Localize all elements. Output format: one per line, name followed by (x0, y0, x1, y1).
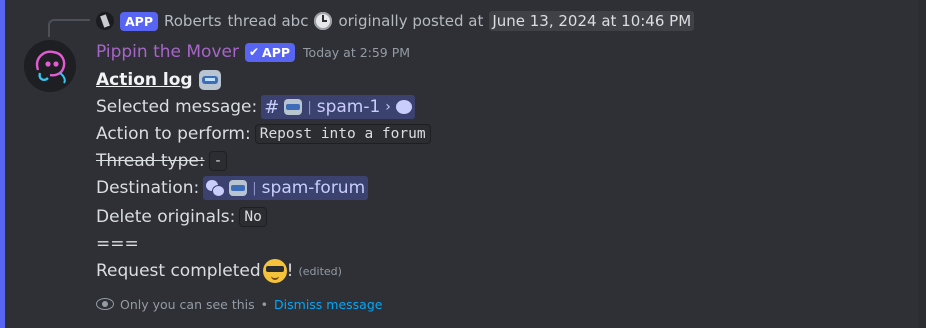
reply-timestamp-chip[interactable]: June 13, 2024 at 10:46 PM (489, 11, 695, 31)
hash-icon: # (264, 96, 280, 118)
message-header: Pippin the Mover ✔ APP Today at 2:59 PM (96, 40, 410, 64)
action-label: Action to perform: (96, 124, 251, 144)
delete-originals-value: No (239, 207, 267, 227)
action-line: Action to perform: Repost into a forum (96, 121, 431, 147)
app-badge: ✔ APP (244, 42, 296, 62)
bot-avatar[interactable] (24, 40, 76, 92)
check-icon: ✔ (248, 44, 260, 59)
author-name[interactable]: Pippin the Mover (96, 42, 239, 62)
only-you-text: Only you can see this (120, 296, 255, 312)
app-badge-label: APP (262, 44, 291, 60)
ephemeral-footer: Only you can see this • Dismiss message (96, 294, 382, 314)
selected-channel-mention[interactable]: # | spam-1 › (261, 95, 415, 119)
selected-message-label: Selected message: (96, 97, 258, 117)
thread-bubble-icon (395, 100, 412, 114)
reply-app-tag: APP (120, 11, 158, 31)
completed-line: Request completed ! (edited) (96, 258, 342, 284)
dismiss-message-link[interactable]: Dismiss message (274, 297, 382, 312)
sunglasses-emoji (262, 259, 287, 283)
separator-line: === (96, 231, 139, 257)
action-value: Repost into a forum (254, 124, 431, 144)
message-container: APP Roberts thread abc originally posted… (0, 0, 918, 328)
edited-tag: (edited) (298, 264, 342, 278)
mention-separator: | (252, 180, 257, 196)
chevron-right-icon: › (385, 99, 391, 115)
robot-icon (284, 99, 303, 115)
separator-text: === (96, 234, 139, 254)
reply-thread-name[interactable]: thread abc (228, 12, 309, 30)
reply-avatar[interactable] (96, 12, 114, 30)
action-log-title: Action log (96, 70, 193, 90)
destination-channel-name: spam-forum (261, 178, 366, 198)
reply-originally-posted: originally posted at (338, 12, 484, 30)
clock-icon (314, 12, 333, 30)
destination-channel-mention[interactable]: | spam-forum (203, 176, 369, 200)
thread-type-label: Thread type: (96, 151, 205, 171)
scrollbar-track[interactable] (918, 0, 926, 328)
bot-avatar-art (24, 40, 76, 92)
destination-label: Destination: (96, 178, 200, 198)
message-timestamp[interactable]: Today at 2:59 PM (303, 45, 410, 60)
selected-message-line: Selected message: # | spam-1 › (96, 94, 415, 120)
forum-icon (206, 180, 225, 196)
action-log-title-line: Action log (96, 67, 221, 93)
reply-author[interactable]: Roberts (164, 12, 222, 30)
robot-icon (198, 70, 221, 90)
completed-text: Request completed (96, 261, 261, 281)
destination-line: Destination: | spam-forum (96, 175, 369, 201)
mention-separator: | (307, 99, 312, 115)
exclaim-text: ! (286, 261, 294, 281)
highlight-accent-bar (0, 0, 5, 328)
selected-channel-name: spam-1 (316, 97, 381, 117)
robot-icon (229, 180, 248, 196)
delete-originals-label: Delete originals: (96, 207, 236, 227)
footer-bullet: • (260, 296, 269, 312)
delete-originals-line: Delete originals: No (96, 204, 267, 230)
eye-icon (96, 298, 114, 310)
reply-spine (48, 19, 90, 37)
thread-type-value: - (208, 151, 228, 171)
reply-reference[interactable]: APP Roberts thread abc originally posted… (96, 9, 695, 33)
thread-type-line: Thread type: - (96, 148, 228, 174)
